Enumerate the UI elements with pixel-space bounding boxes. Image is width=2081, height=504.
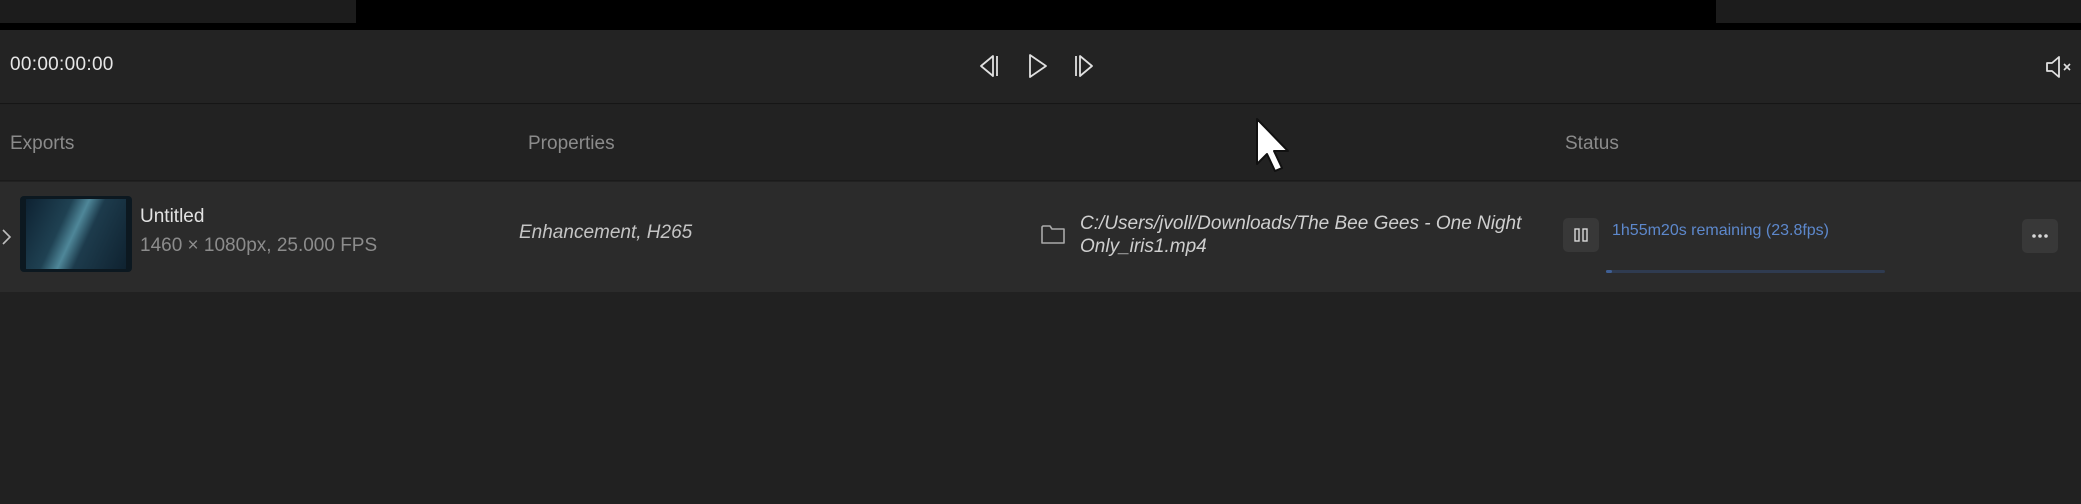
skip-back-icon	[980, 55, 998, 77]
column-header-status: Status	[1565, 133, 1619, 154]
expand-row-button[interactable]	[0, 222, 14, 252]
chevron-right-icon	[2, 229, 12, 245]
more-options-button[interactable]	[2022, 219, 2058, 253]
mute-button[interactable]	[2044, 52, 2076, 82]
skip-forward-icon	[1075, 55, 1093, 77]
export-properties: Enhancement, H265	[519, 222, 693, 243]
more-horizontal-icon	[2032, 234, 2048, 238]
export-row[interactable]: Untitled 1460 × 1080px, 25.000 FPS Enhan…	[0, 182, 2081, 292]
transport-bar: 00:00:00:00	[0, 30, 2081, 104]
speaker-muted-icon	[2046, 56, 2071, 78]
preview-right-panel	[1716, 0, 2081, 23]
timecode: 00:00:00:00	[10, 54, 114, 75]
export-progress-fill	[1606, 270, 1612, 273]
preview-left-panel	[0, 0, 356, 23]
top-preview-strip	[0, 0, 2081, 30]
export-progress-bar	[1606, 270, 1885, 273]
pause-export-button[interactable]	[1563, 218, 1599, 252]
play-button[interactable]	[1019, 48, 1055, 84]
export-meta: 1460 × 1080px, 25.000 FPS	[140, 235, 378, 256]
export-title: Untitled	[140, 206, 205, 227]
mouse-cursor-icon	[1256, 118, 1289, 172]
skip-back-button[interactable]	[969, 48, 1005, 84]
output-path: C:/Users/jvoll/Downloads/The Bee Gees - …	[1080, 213, 1522, 257]
folder-icon	[1041, 225, 1065, 244]
column-header-exports: Exports	[10, 133, 75, 154]
open-folder-button[interactable]	[1040, 222, 1066, 246]
column-header-properties: Properties	[528, 133, 615, 154]
skip-forward-button[interactable]	[1068, 48, 1104, 84]
status-text: 1h55m20s remaining (23.8fps)	[1612, 222, 1830, 239]
video-thumbnail	[20, 196, 132, 272]
play-icon	[1029, 54, 1047, 78]
pause-icon	[1574, 228, 1588, 242]
export-list-header: Exports Properties Status	[0, 105, 2081, 181]
